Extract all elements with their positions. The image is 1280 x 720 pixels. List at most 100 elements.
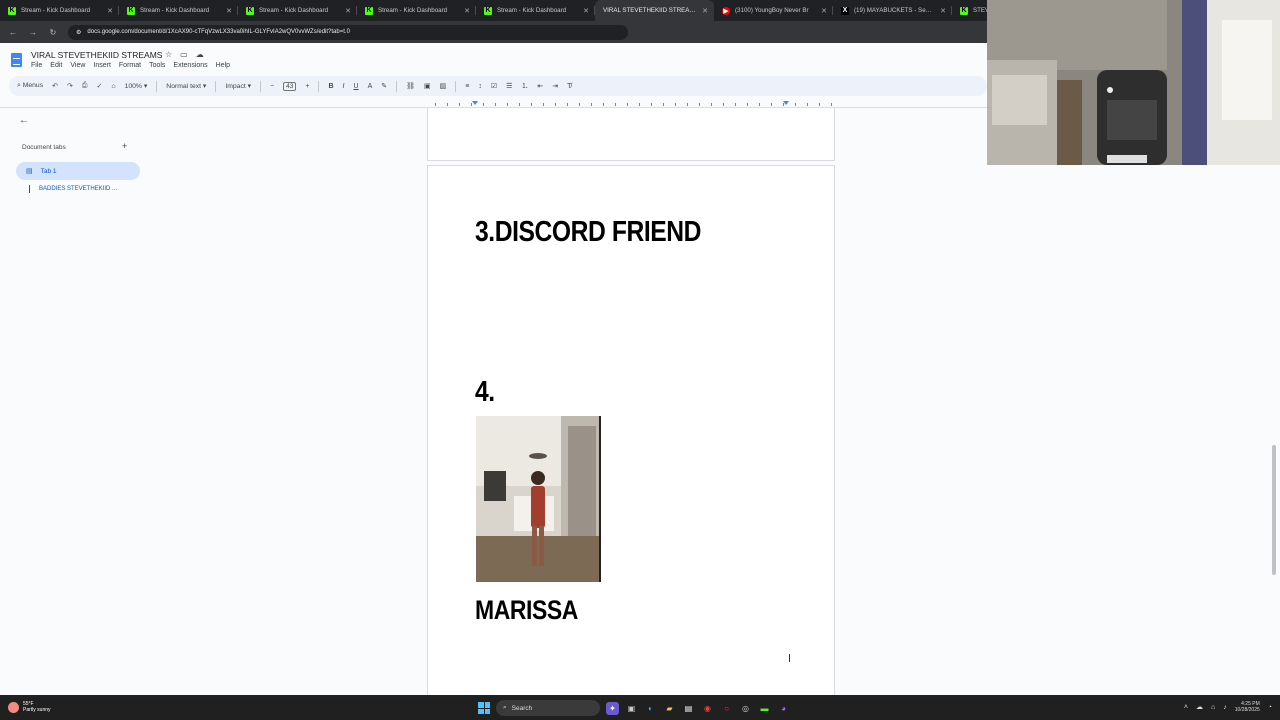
menu-item-help[interactable]: Help <box>216 62 230 69</box>
font-select[interactable]: Impact ▾ <box>225 82 251 90</box>
browser-tab[interactable]: K Stream - Kick Dashboard ✕ <box>119 0 238 21</box>
opera-icon[interactable]: ○ <box>720 702 733 715</box>
clear-formatting-icon[interactable]: T̸ <box>567 83 571 90</box>
close-tab-icon[interactable]: ✕ <box>107 7 113 15</box>
add-comment-icon[interactable]: ▣ <box>424 82 431 90</box>
heading-discord-friend[interactable]: 3.DISCORD FRIEND <box>475 216 701 249</box>
browser-tab-label: VIRAL STEVETHEKIID STREAMS <box>603 7 698 14</box>
vertical-scrollbar[interactable] <box>1272 445 1276 575</box>
embedded-photo[interactable] <box>476 416 601 582</box>
menu-item-insert[interactable]: Insert <box>93 62 111 69</box>
redo-icon[interactable]: ↷ <box>67 82 73 90</box>
line-spacing-icon[interactable]: ↕ <box>478 83 482 90</box>
address-bar[interactable]: ⚙ docs.google.com/document/d/1XcAX90-cTF… <box>68 24 628 40</box>
copilot-icon[interactable]: ✦ <box>606 701 619 715</box>
increase-font-size-icon[interactable]: + <box>305 83 309 90</box>
formatting-toolbar: ⌕ Menus ↶ ↷ ⎙ ✓ ⌂ 100% ▾ Normal text ▾ I… <box>9 76 987 96</box>
bold-icon[interactable]: B <box>328 83 333 90</box>
highlight-icon[interactable]: ✎ <box>381 82 387 90</box>
browser-tab[interactable]: K Stream - Kick Dashboard ✕ <box>238 0 357 21</box>
back-icon[interactable]: ← <box>8 28 18 37</box>
underline-icon[interactable]: U <box>354 83 359 90</box>
cloud-status-icon[interactable]: ☁ <box>196 50 204 59</box>
style-select[interactable]: Normal text ▾ <box>166 82 206 90</box>
move-folder-icon[interactable]: ▭ <box>180 50 188 59</box>
close-tab-icon[interactable]: ✕ <box>464 7 470 15</box>
reload-icon[interactable]: ↻ <box>48 28 58 37</box>
menu-item-edit[interactable]: Edit <box>50 62 62 69</box>
insert-link-icon[interactable]: ⛓ <box>406 82 415 90</box>
decrease-font-size-icon[interactable]: − <box>270 83 274 90</box>
undo-icon[interactable]: ↶ <box>52 82 58 90</box>
insert-image-icon[interactable]: ▨ <box>440 82 447 90</box>
document-page-previous[interactable] <box>427 108 835 161</box>
close-tab-icon[interactable]: ✕ <box>226 7 232 15</box>
onedrive-icon[interactable]: ☁ <box>1196 703 1203 711</box>
close-tab-icon[interactable]: ✕ <box>940 7 946 15</box>
browser-tab[interactable]: K Stream - Kick Dashboard ✕ <box>0 0 119 21</box>
browser-tab[interactable]: ≡VIRAL STEVETHEKIID STREAMS✕ <box>595 0 714 21</box>
messenger-icon[interactable]: ◕ <box>777 702 790 715</box>
site-info-icon[interactable]: ⚙ <box>76 29 81 36</box>
checklist-icon[interactable]: ☑ <box>491 82 497 90</box>
task-view-icon[interactable]: ▣ <box>625 702 638 715</box>
docs-logo-icon[interactable] <box>11 53 22 67</box>
chrome-icon[interactable]: ◉ <box>701 702 714 715</box>
menu-item-tools[interactable]: Tools <box>149 62 165 69</box>
menus-search[interactable]: ⌕ Menus <box>17 82 43 90</box>
spellcheck-icon[interactable]: ✓ <box>96 82 102 90</box>
ruler-tick <box>483 103 484 106</box>
left-indent-marker[interactable] <box>472 101 478 105</box>
weather-widget[interactable]: 55°F Partly sunny <box>8 701 51 713</box>
numbered-list-icon[interactable]: ⒈ <box>521 81 528 91</box>
outline-item[interactable]: BADDIES STEVETHEKIID ... <box>29 185 117 193</box>
volume-icon[interactable]: ♪ <box>1223 704 1227 711</box>
browser-tab[interactable]: K Stream - Kick Dashboard ✕ <box>476 0 595 21</box>
forward-icon[interactable]: → <box>28 28 38 37</box>
star-icon[interactable]: ☆ <box>165 50 172 59</box>
taskbar-search[interactable]: ⌕ Search <box>496 700 600 716</box>
align-icon[interactable]: ≡ <box>465 83 469 90</box>
close-tab-icon[interactable]: ✕ <box>821 7 827 15</box>
title-actions: ☆ ▭ ☁ <box>165 50 204 59</box>
increase-indent-icon[interactable]: ⇥ <box>552 82 558 90</box>
system-clock[interactable]: 4:25 PM 10/28/2025 <box>1235 701 1260 713</box>
sidebar-tab-1[interactable]: ▤ Tab 1 <box>16 162 140 180</box>
document-page[interactable]: 3.DISCORD FRIEND 4. MARISSA <box>427 165 835 695</box>
zoom-select[interactable]: 100% ▾ <box>125 82 148 90</box>
file-explorer-icon[interactable]: ▰ <box>663 702 676 715</box>
close-tab-icon[interactable]: ✕ <box>345 7 351 15</box>
italic-icon[interactable]: I <box>343 83 345 90</box>
network-icon[interactable]: ⌂ <box>1211 704 1215 711</box>
heading-number-4[interactable]: 4. <box>475 376 495 409</box>
paint-format-icon[interactable]: ⌂ <box>111 83 115 90</box>
add-tab-icon[interactable]: + <box>122 141 127 151</box>
print-icon[interactable]: ⎙ <box>82 82 88 90</box>
menu-item-format[interactable]: Format <box>119 62 141 69</box>
show-hidden-icons[interactable]: ˄ <box>1184 704 1188 711</box>
menu-item-view[interactable]: View <box>70 62 85 69</box>
notification-bell-icon[interactable]: ◔ <box>1268 704 1272 711</box>
browser-tab[interactable]: K Stream - Kick Dashboard ✕ <box>357 0 476 21</box>
decrease-indent-icon[interactable]: ⇤ <box>537 82 543 90</box>
obs-icon[interactable]: ◎ <box>739 702 752 715</box>
font-size-input[interactable]: 43 <box>283 81 297 91</box>
kick-app-icon[interactable]: ▬ <box>758 702 771 715</box>
ruler-tick <box>507 103 508 106</box>
close-tab-icon[interactable]: ✕ <box>583 7 589 15</box>
close-tab-icon[interactable]: ✕ <box>702 7 708 15</box>
menu-item-extensions[interactable]: Extensions <box>173 62 207 69</box>
menu-item-file[interactable]: File <box>31 62 42 69</box>
ruler-tick <box>771 103 772 106</box>
windows-start-icon[interactable] <box>478 702 490 714</box>
browser-tab[interactable]: ▶ (3100) YoungBoy Never Br ✕ <box>714 0 833 21</box>
edge-icon[interactable]: ◐ <box>644 702 657 715</box>
text-color-icon[interactable]: A <box>368 83 373 90</box>
browser-tab[interactable]: X (19) MAYABUCKETS - Search / X ✕ <box>833 0 952 21</box>
browser-tab[interactable]: K STEV <box>952 0 987 21</box>
store-icon[interactable]: ▤ <box>682 702 695 715</box>
document-title[interactable]: VIRAL STEVETHEKIID STREAMS <box>31 50 162 60</box>
bulleted-list-icon[interactable]: ☰ <box>506 82 512 90</box>
heading-marissa[interactable]: MARISSA <box>475 595 578 626</box>
close-outline-arrow-icon[interactable]: ← <box>19 115 29 126</box>
